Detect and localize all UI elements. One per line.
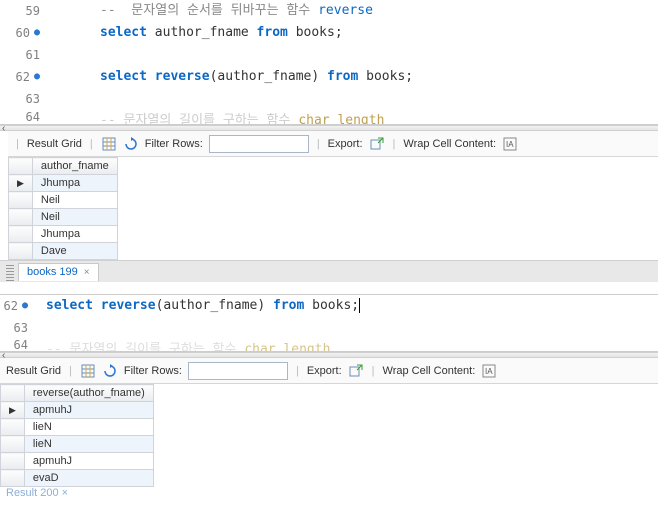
result-toolbar-top: | Result Grid | Filter Rows: | Export: |… <box>8 131 658 157</box>
line-number: 64 <box>14 339 28 351</box>
statement-bullet-icon: ● <box>22 295 28 317</box>
result-grid-label: Result Grid <box>27 138 82 150</box>
sql-editor-bottom[interactable]: 62● 63 64 select reverse(author_fname) f… <box>0 294 658 352</box>
column-header[interactable]: author_fname <box>32 158 117 175</box>
code-line[interactable]: select reverse(author_fname) from books; <box>46 66 658 88</box>
table-row: Dave <box>9 243 118 260</box>
row-header-blank <box>1 385 25 402</box>
line-gutter: 62● 63 64 <box>0 295 34 351</box>
scroll-left-icon[interactable]: ‹ <box>2 123 5 134</box>
current-row-pointer-icon: ▶ <box>17 178 24 188</box>
horizontal-splitter[interactable]: ‹ <box>0 352 658 358</box>
result-grid-label: Result Grid <box>6 365 61 377</box>
export-label: Export: <box>307 365 342 377</box>
code-line[interactable]: select author_fname from books; <box>46 22 658 44</box>
code-line-partial[interactable]: -- 문자열의 길이를 구하는 함수 char_length <box>34 339 658 351</box>
close-icon[interactable]: × <box>84 267 90 278</box>
code-line[interactable]: -- 문자열의 순서를 뒤바꾸는 함수 reverse <box>46 0 658 22</box>
filter-rows-label: Filter Rows: <box>124 365 182 377</box>
sql-editor-top[interactable]: 59 60● 61 62● 63 64 -- 문자열의 순서를 뒤바꾸는 함수 … <box>0 0 658 125</box>
scroll-left-icon[interactable]: ‹ <box>2 350 5 361</box>
wrap-label: Wrap Cell Content: <box>383 365 476 377</box>
wrap-cell-icon[interactable]: IA <box>502 136 518 152</box>
svg-text:IA: IA <box>485 367 493 376</box>
current-row-pointer-icon: ▶ <box>9 405 16 415</box>
result-tab-faded[interactable]: Result 200 × <box>0 487 658 497</box>
code-line[interactable] <box>34 317 658 339</box>
filter-rows-input[interactable] <box>188 362 288 380</box>
result-grid-top[interactable]: author_fname ▶Jhumpa Neil Neil Jhumpa Da… <box>8 157 118 260</box>
refresh-icon[interactable] <box>102 363 118 379</box>
horizontal-splitter[interactable]: ‹ <box>0 125 658 131</box>
line-number: 62 <box>16 66 30 88</box>
line-number: 63 <box>26 88 40 110</box>
result-toolbar-bottom: Result Grid | Filter Rows: | Export: | W… <box>0 358 658 384</box>
wrap-cell-icon[interactable]: IA <box>481 363 497 379</box>
line-number: 61 <box>26 44 40 66</box>
table-row: lieN <box>1 419 154 436</box>
filter-rows-label: Filter Rows: <box>145 138 203 150</box>
tab-label: books 199 <box>27 266 78 278</box>
export-icon[interactable] <box>369 136 385 152</box>
table-row: Neil <box>9 209 118 226</box>
code-area[interactable]: -- 문자열의 순서를 뒤바꾸는 함수 reverse select autho… <box>46 0 658 124</box>
line-number: 63 <box>14 317 28 339</box>
line-number: 59 <box>26 0 40 22</box>
export-label: Export: <box>328 138 363 150</box>
refresh-icon[interactable] <box>123 136 139 152</box>
wrap-label: Wrap Cell Content: <box>403 138 496 150</box>
code-line-partial[interactable]: -- 문자열의 길이를 구하는 함수 char_length <box>46 110 658 124</box>
code-line[interactable] <box>46 44 658 66</box>
statement-bullet-icon: ● <box>34 22 40 44</box>
grid-view-icon[interactable] <box>101 136 117 152</box>
table-row: ▶Jhumpa <box>9 175 118 192</box>
tab-grip-icon[interactable] <box>6 263 14 281</box>
grid-view-icon[interactable] <box>80 363 96 379</box>
code-line[interactable] <box>46 88 658 110</box>
line-number: 62 <box>4 295 18 317</box>
code-line[interactable]: select reverse(author_fname) from books; <box>34 295 658 317</box>
row-header-blank <box>9 158 33 175</box>
result-grid-bottom[interactable]: reverse(author_fname) ▶apmuhJ lieN lieN … <box>0 384 154 487</box>
table-row: Jhumpa <box>9 226 118 243</box>
result-tab[interactable]: books 199 × <box>18 263 99 281</box>
table-row: Neil <box>9 192 118 209</box>
table-row: lieN <box>1 436 154 453</box>
result-tabstrip-top: books 199 × <box>0 260 658 282</box>
code-area[interactable]: select reverse(author_fname) from books;… <box>34 295 658 351</box>
table-row: apmuhJ <box>1 453 154 470</box>
column-header[interactable]: reverse(author_fname) <box>24 385 153 402</box>
line-gutter: 59 60● 61 62● 63 64 <box>0 0 46 124</box>
statement-bullet-icon: ● <box>34 66 40 88</box>
table-row: evaD <box>1 470 154 487</box>
line-number: 64 <box>26 110 40 124</box>
filter-rows-input[interactable] <box>209 135 309 153</box>
svg-text:IA: IA <box>506 140 514 149</box>
export-icon[interactable] <box>348 363 364 379</box>
line-number: 60 <box>16 22 30 44</box>
table-row: ▶apmuhJ <box>1 402 154 419</box>
